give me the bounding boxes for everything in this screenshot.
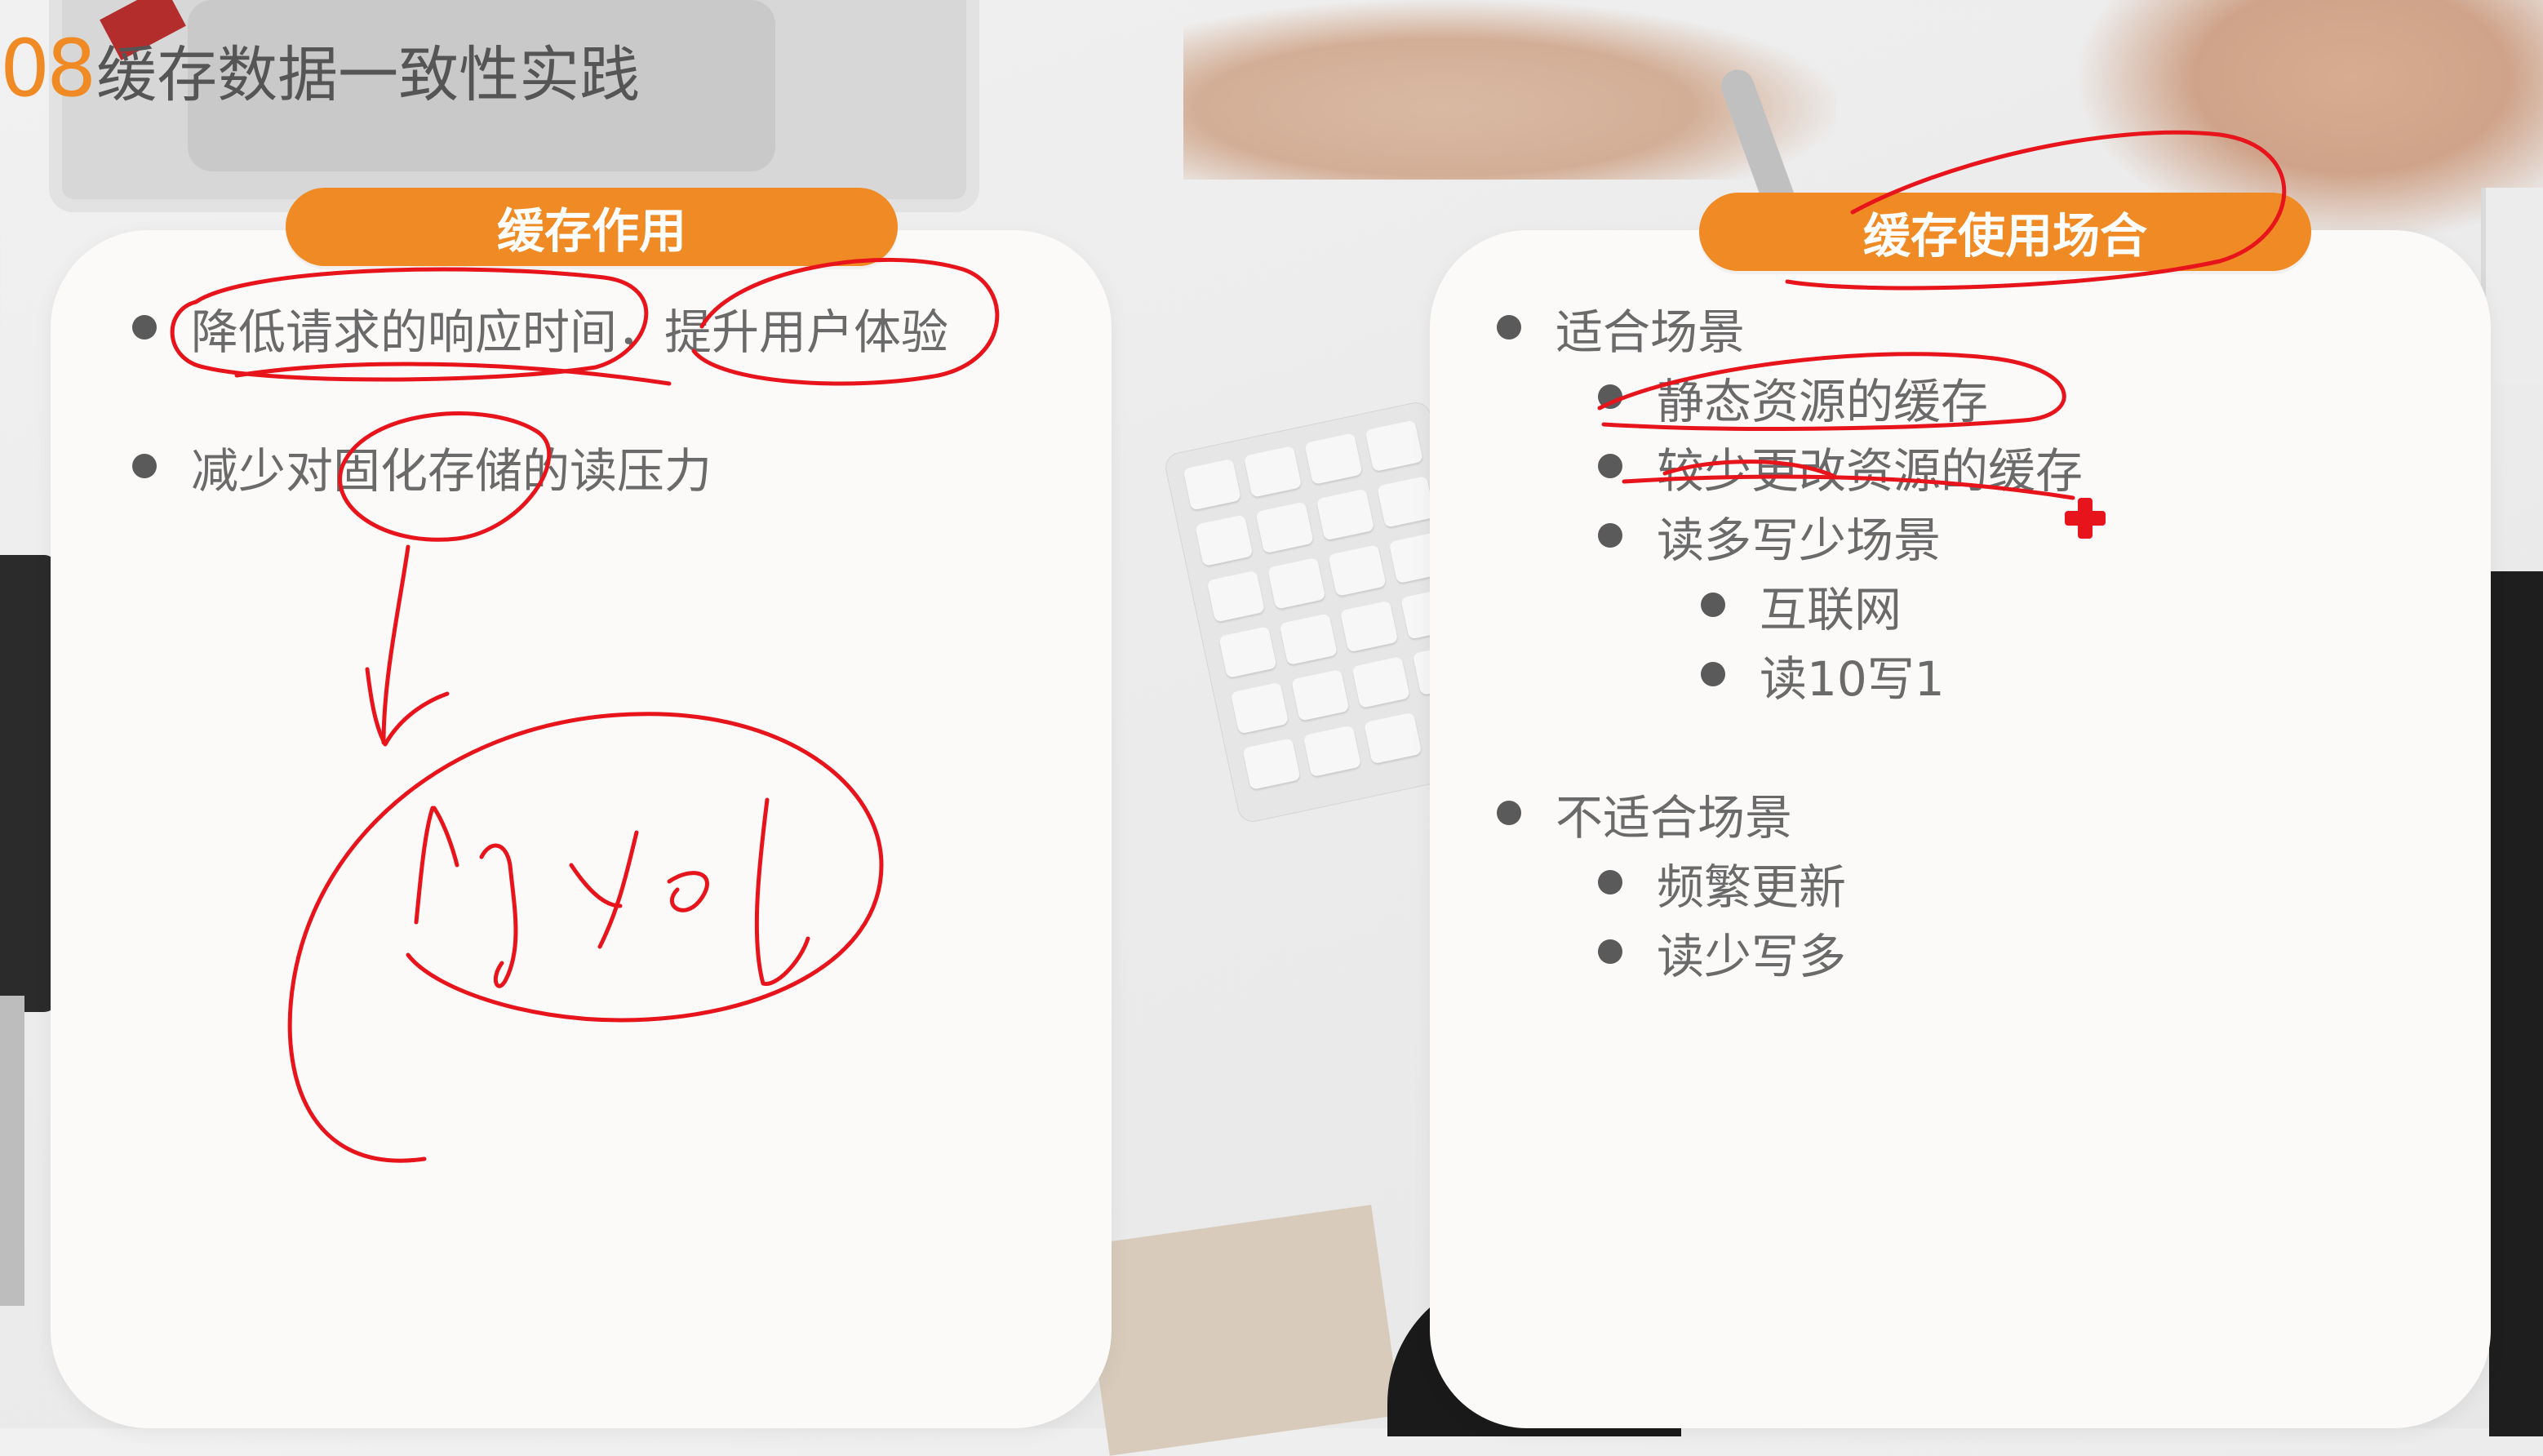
list-item: 适合场景 (1495, 294, 2083, 363)
bullet-icon (1598, 384, 1622, 409)
bullet-icon (1598, 939, 1622, 964)
cache-usage-list: 适合场景 静态资源的缓存 较少更改资源的缓存 读多写少场景 互联网 读10写1 … (1495, 294, 2083, 988)
cache-purpose-header: 缓存作用 (286, 188, 898, 266)
background-keyboard-left (0, 555, 57, 1012)
bullet-icon (1497, 801, 1521, 825)
bullet-icon (132, 454, 157, 478)
list-item: 读少写多 (1495, 918, 2083, 988)
list-item: 静态资源的缓存 (1495, 363, 2083, 433)
list-item: 降低请求的响应时间，提升用户体验 (131, 294, 948, 433)
list-item: 互联网 (1495, 571, 2083, 641)
bullet-icon (1497, 315, 1521, 340)
list-item: 减少对固化存储的读压力 (131, 433, 948, 571)
bullet-icon (1598, 870, 1622, 894)
bullet-icon (132, 315, 157, 340)
background-laptop-edge (0, 996, 24, 1306)
cache-purpose-list: 降低请求的响应时间，提升用户体验 减少对固化存储的读压力 (131, 294, 948, 571)
slide-number: 08 (0, 23, 96, 114)
list-item: 频繁更新 (1495, 849, 2083, 918)
background-device-right (2489, 571, 2543, 1436)
bullet-icon (1598, 523, 1622, 548)
list-item: 读多写少场景 (1495, 502, 2083, 571)
cache-usage-header: 缓存使用场合 (1699, 193, 2311, 271)
crosshair-cursor-icon (2065, 498, 2106, 539)
list-item: 较少更改资源的缓存 (1495, 433, 2083, 502)
list-item: 不适合场景 (1495, 779, 2083, 849)
list-item: 读10写1 (1495, 641, 2083, 710)
slide-title: 08 缓存数据一致性实践 (0, 23, 640, 121)
bullet-icon (1701, 662, 1725, 686)
slide-title-text: 缓存数据一致性实践 (96, 40, 641, 110)
bullet-icon (1701, 593, 1725, 617)
bullet-icon (1598, 454, 1622, 478)
background-paper (1080, 1205, 1401, 1456)
